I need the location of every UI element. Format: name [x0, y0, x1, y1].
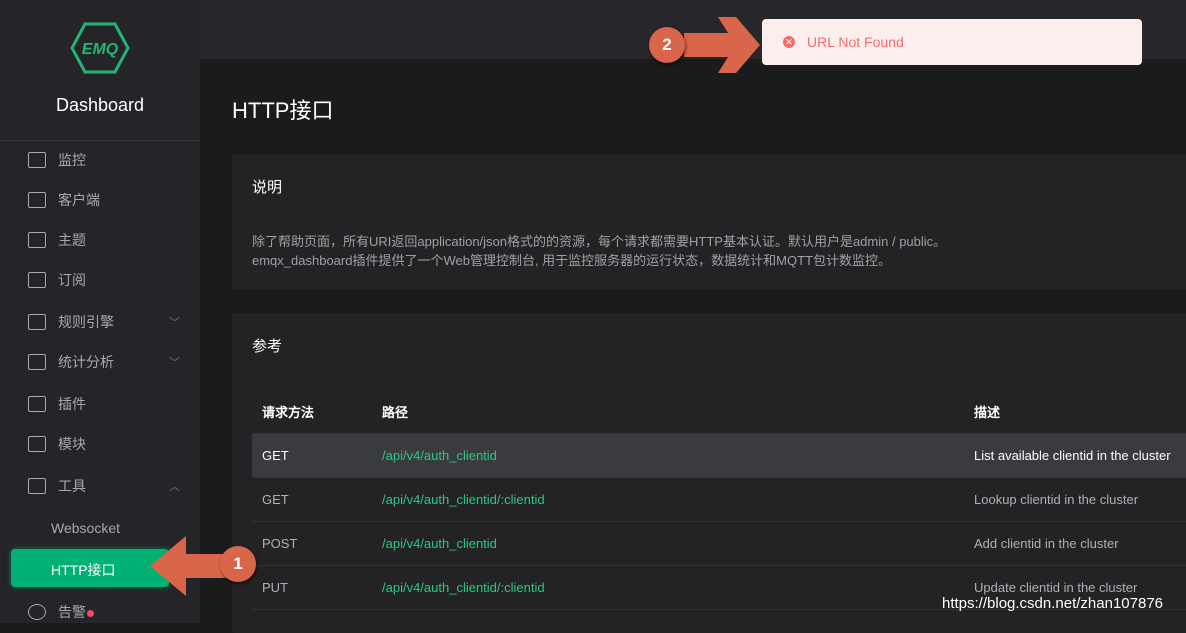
- nav-tools[interactable]: 工具 ︿: [0, 466, 200, 506]
- description: Lookup clientid in the cluster: [974, 492, 1139, 507]
- nav-clients[interactable]: 客户端: [0, 180, 200, 220]
- svg-text:EMQ: EMQ: [82, 41, 119, 58]
- nav-rule-engine[interactable]: 规则引擎 ﹀: [0, 302, 200, 342]
- col-desc: 描述: [974, 405, 1001, 420]
- description: List available clientid in the cluster: [974, 448, 1171, 463]
- nav-label: 模块: [58, 436, 86, 452]
- path: /api/v4/auth_clientid: [382, 448, 497, 463]
- nav-alarms[interactable]: 告警: [0, 592, 200, 632]
- table-header: 请求方法 路径 描述: [252, 390, 1186, 434]
- intro-line: 除了帮助页面，所有URI返回application/json格式的的资源，每个请…: [252, 234, 947, 249]
- chevron-up-icon: ︿: [169, 481, 180, 493]
- intro-line: emqx_dashboard插件提供了一个Web管理控制台, 用于监控服务器的运…: [252, 253, 892, 268]
- topics-icon: [28, 232, 46, 248]
- error-toast: ✕ URL Not Found: [762, 19, 1142, 65]
- intro-card: 说明 除了帮助页面，所有URI返回application/json格式的的资源，…: [232, 154, 1186, 289]
- toolbox-icon: [28, 478, 46, 494]
- col-method: 请求方法: [262, 405, 315, 420]
- nav-label: 订阅: [58, 272, 86, 288]
- rule-engine-icon: [28, 314, 46, 330]
- chevron-down-icon: ﹀: [169, 357, 180, 369]
- table-row[interactable]: POST/api/v4/auth_clientid Add clientid in…: [252, 522, 1186, 566]
- description: Update clientid in the cluster: [974, 580, 1138, 595]
- method: GET: [262, 492, 289, 507]
- path: /api/v4/auth_clientid/:clientid: [382, 492, 545, 507]
- nav-label: 统计分析: [58, 354, 114, 370]
- nav-modules[interactable]: 模块: [0, 424, 200, 464]
- table-row[interactable]: GET/api/v4/auth_clientid/:clientid Lookup…: [252, 478, 1186, 522]
- nav-websocket[interactable]: Websocket: [51, 520, 120, 536]
- nav-plugins[interactable]: 插件: [0, 384, 200, 424]
- nav-http-api[interactable]: HTTP接口: [11, 549, 169, 587]
- table-row[interactable]: GET/api/v4/auth_clientid List available c…: [252, 434, 1186, 478]
- method: GET: [262, 448, 289, 463]
- arrow-annotation-2: [684, 17, 760, 73]
- method: PUT: [262, 580, 288, 595]
- nav-label: 工具: [58, 478, 86, 494]
- watermark: https://blog.csdn.net/zhan107876: [942, 595, 1164, 612]
- clients-icon: [28, 192, 46, 208]
- plugins-icon: [28, 396, 46, 412]
- method: POST: [262, 536, 298, 551]
- nav-label: 客户端: [58, 192, 100, 208]
- emq-logo: EMQ: [70, 22, 130, 74]
- annotation-badge-2: 2: [649, 27, 685, 63]
- annotation-badge-1: 1: [220, 546, 256, 582]
- page-title: HTTP接口: [232, 98, 334, 123]
- nav-subscriptions[interactable]: 订阅: [0, 260, 200, 300]
- alarm-icon: [28, 604, 46, 620]
- toast-message: URL Not Found: [807, 34, 904, 50]
- brand-title: Dashboard: [55, 95, 145, 115]
- nav-label: 插件: [58, 396, 86, 412]
- nav-monitor[interactable]: 监控: [0, 140, 200, 180]
- sidebar: EMQ Dashboard 监控 客户端 主题 订阅 规则引擎 ﹀ 统计分析 ﹀ 插…: [0, 0, 200, 623]
- arrow-annotation-1: [150, 536, 230, 596]
- col-path: 路径: [382, 405, 409, 420]
- path: /api/v4/auth_clientid: [382, 536, 497, 551]
- error-circle-icon: ✕: [783, 36, 795, 48]
- path: /api/v4/auth_clientid/:clientid: [382, 580, 545, 595]
- monitor-icon: [28, 152, 46, 168]
- intro-heading: 说明: [252, 179, 283, 196]
- reference-heading: 参考: [252, 338, 283, 355]
- nav-label: 告警: [58, 604, 86, 620]
- nav-label: 主题: [58, 232, 86, 248]
- description: Add clientid in the cluster: [974, 536, 1119, 551]
- reference-card: 参考 请求方法 路径 描述 GET/api/v4/auth_clientid List…: [232, 313, 1186, 633]
- chevron-down-icon: ﹀: [169, 317, 180, 329]
- analysis-icon: [28, 354, 46, 370]
- intro-text: 除了帮助页面，所有URI返回application/json格式的的资源，每个请…: [252, 232, 946, 270]
- alarm-dot: [87, 610, 94, 617]
- nav-label: 规则引擎: [58, 314, 114, 330]
- modules-icon: [28, 436, 46, 452]
- nav-analysis[interactable]: 统计分析 ﹀: [0, 342, 200, 382]
- subscriptions-icon: [28, 272, 46, 288]
- nav-topics[interactable]: 主题: [0, 220, 200, 260]
- nav-label: 监控: [58, 152, 86, 168]
